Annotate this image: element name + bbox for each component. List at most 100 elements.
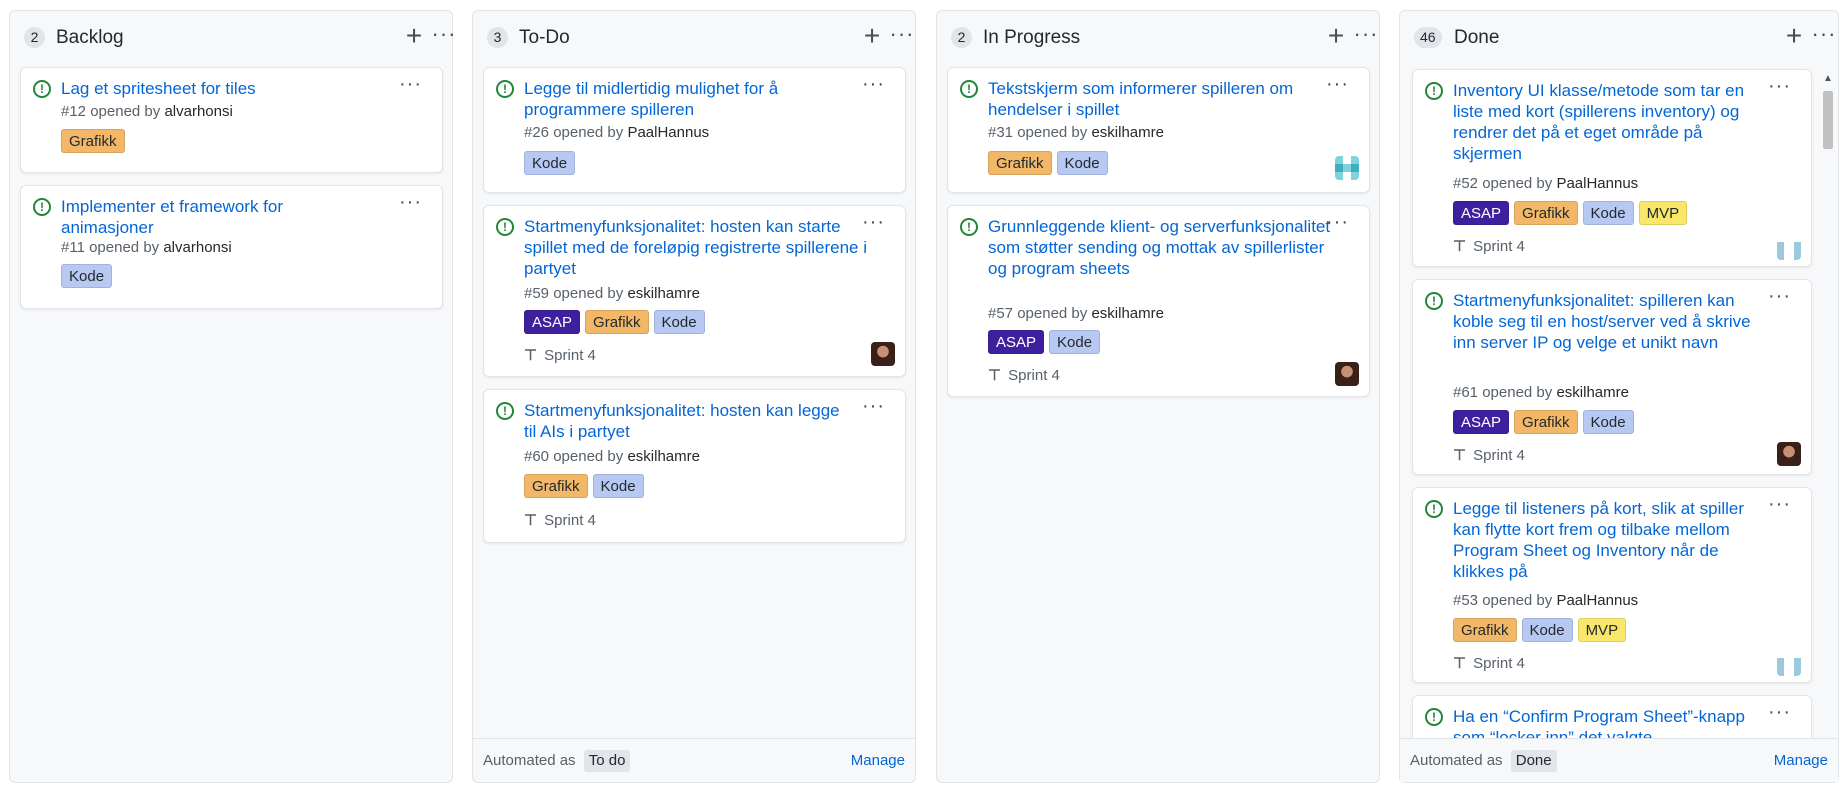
milestone-icon: ⊤ — [988, 367, 1002, 384]
column-scrollbar[interactable]: ▲ ▼ — [1820, 73, 1836, 749]
add-card-plus-icon[interactable]: + — [858, 21, 886, 51]
label-kode[interactable]: Kode — [524, 151, 576, 175]
issue-card[interactable]: ! ··· Startmenyfunksjonalitet: hosten ka… — [483, 389, 906, 543]
issue-title-link[interactable]: Legge til listeners på kort, slik at spi… — [1453, 498, 1763, 582]
issue-author[interactable]: alvarhonsi — [164, 103, 232, 120]
card-menu-icon[interactable]: ··· — [1768, 74, 1791, 98]
issue-title-link[interactable]: Startmenyfunksjonalitet: hosten kan star… — [524, 216, 874, 279]
issue-card[interactable]: ! ··· Tekstskjerm som informerer spiller… — [947, 67, 1370, 193]
issue-title-link[interactable]: Startmenyfunksjonalitet: hosten kan legg… — [524, 400, 844, 442]
issue-number: #60 — [524, 448, 550, 465]
manage-automation-link[interactable]: Manage — [1774, 739, 1828, 783]
milestone[interactable]: ⊤ Sprint 4 — [988, 366, 1060, 386]
card-menu-icon[interactable]: ··· — [1768, 284, 1791, 308]
label-asap[interactable]: ASAP — [1453, 201, 1510, 225]
label-mvp[interactable]: MVP — [1577, 618, 1627, 642]
milestone-icon: ⊤ — [524, 512, 538, 529]
issue-card[interactable]: ! ··· Inventory UI klasse/metode som tar… — [1412, 69, 1812, 267]
issue-title-link[interactable]: Startmenyfunksjonalitet: spilleren kan k… — [1453, 290, 1763, 353]
issue-author[interactable]: eskilhamre — [627, 285, 700, 302]
column-menu-icon[interactable]: ··· — [888, 21, 916, 51]
automation-preset-tag: To do — [583, 750, 631, 772]
label-grafikk[interactable]: Grafikk — [1453, 618, 1517, 642]
label-mvp[interactable]: MVP — [1638, 201, 1688, 225]
avatar[interactable] — [1777, 236, 1801, 260]
label-kode[interactable]: Kode — [1521, 618, 1573, 642]
column-backlog: 2 Backlog + ··· ! ··· Lag et spritesheet… — [9, 10, 455, 783]
card-menu-icon[interactable]: ··· — [1768, 492, 1791, 516]
issue-card[interactable]: ! ··· Legge til midlertidig mulighet for… — [483, 67, 906, 193]
card-menu-icon[interactable]: ··· — [399, 190, 422, 214]
label-asap[interactable]: ASAP — [524, 310, 581, 334]
card-menu-icon[interactable]: ··· — [1768, 700, 1791, 724]
milestone[interactable]: ⊤ Sprint 4 — [524, 346, 596, 366]
issue-title-link[interactable]: Tekstskjerm som informerer spilleren om … — [988, 78, 1338, 120]
issue-card[interactable]: ! ··· Ha en “Confirm Program Sheet”-knap… — [1412, 695, 1812, 740]
scroll-up-arrow-icon[interactable]: ▲ — [1822, 73, 1834, 85]
avatar[interactable] — [1335, 362, 1359, 386]
add-card-plus-icon[interactable]: + — [400, 21, 428, 51]
automated-as-text: Automated as — [483, 752, 576, 769]
avatar[interactable] — [1777, 652, 1801, 676]
label-list: Grafikk Kode MVP — [1453, 618, 1627, 642]
issue-title-link[interactable]: Implementer et framework for animasjoner — [61, 196, 331, 238]
issue-author[interactable]: eskilhamre — [1556, 384, 1629, 401]
column-menu-icon[interactable]: ··· — [1810, 21, 1838, 51]
milestone[interactable]: ⊤ Sprint 4 — [1453, 654, 1525, 674]
label-kode[interactable]: Kode — [1056, 151, 1108, 175]
issue-number: #11 — [61, 239, 85, 256]
scroll-thumb[interactable] — [1823, 91, 1833, 149]
issue-author[interactable]: eskilhamre — [1091, 124, 1164, 141]
issue-card[interactable]: ! ··· Implementer et framework for anima… — [20, 185, 443, 309]
column-menu-icon[interactable]: ··· — [1352, 21, 1380, 51]
issue-card[interactable]: ! ··· Startmenyfunksjonalitet: hosten ka… — [483, 205, 906, 377]
milestone[interactable]: ⊤ Sprint 4 — [1453, 446, 1525, 466]
card-menu-icon[interactable]: ··· — [862, 394, 885, 418]
issue-author[interactable]: PaalHannus — [1556, 175, 1638, 192]
label-grafikk[interactable]: Grafikk — [1514, 201, 1578, 225]
label-grafikk[interactable]: Grafikk — [1514, 410, 1578, 434]
card-menu-icon[interactable]: ··· — [862, 72, 885, 96]
issue-card[interactable]: ! ··· Grunnleggende klient- og serverfun… — [947, 205, 1370, 397]
milestone-icon: ⊤ — [1453, 655, 1467, 672]
label-asap[interactable]: ASAP — [988, 330, 1045, 354]
label-grafikk[interactable]: Grafikk — [585, 310, 649, 334]
manage-automation-link[interactable]: Manage — [851, 739, 905, 783]
issue-title-link[interactable]: Ha en “Confirm Program Sheet”-knapp som … — [1453, 706, 1763, 740]
issue-title-link[interactable]: Legge til midlertidig mulighet for å pro… — [524, 78, 844, 120]
avatar[interactable] — [1777, 442, 1801, 466]
issue-author[interactable]: eskilhamre — [1091, 305, 1164, 322]
label-kode[interactable]: Kode — [592, 474, 644, 498]
label-list: ASAP Grafikk Kode MVP — [1453, 201, 1688, 225]
add-card-plus-icon[interactable]: + — [1322, 21, 1350, 51]
issue-opened-icon: ! — [1425, 292, 1443, 310]
label-grafikk[interactable]: Grafikk — [524, 474, 588, 498]
issue-title-link[interactable]: Lag et spritesheet for tiles — [61, 78, 411, 99]
issue-author[interactable]: PaalHannus — [1556, 592, 1638, 609]
issue-card[interactable]: ! ··· Lag et spritesheet for tiles #12 o… — [20, 67, 443, 173]
label-kode[interactable]: Kode — [1049, 330, 1101, 354]
add-card-plus-icon[interactable]: + — [1780, 21, 1808, 51]
label-grafikk[interactable]: Grafikk — [988, 151, 1052, 175]
issue-author[interactable]: alvarhonsi — [163, 239, 231, 256]
column-title: Done — [1454, 27, 1500, 48]
issue-card[interactable]: ! ··· Legge til listeners på kort, slik … — [1412, 487, 1812, 683]
avatar[interactable] — [871, 342, 895, 366]
label-asap[interactable]: ASAP — [1453, 410, 1510, 434]
milestone[interactable]: ⊤ Sprint 4 — [524, 511, 596, 531]
column-menu-icon[interactable]: ··· — [430, 21, 458, 51]
issue-title-link[interactable]: Grunnleggende klient- og serverfunksjona… — [988, 216, 1338, 279]
issue-author[interactable]: eskilhamre — [627, 448, 700, 465]
milestone[interactable]: ⊤ Sprint 4 — [1453, 237, 1525, 257]
avatar[interactable] — [1335, 156, 1359, 180]
label-grafikk[interactable]: Grafikk — [61, 129, 125, 153]
issue-author[interactable]: PaalHannus — [627, 124, 709, 141]
label-kode[interactable]: Kode — [61, 264, 113, 288]
issue-number: #57 — [988, 305, 1014, 322]
label-kode[interactable]: Kode — [1582, 201, 1634, 225]
issue-number: #26 — [524, 124, 550, 141]
label-kode[interactable]: Kode — [1582, 410, 1634, 434]
issue-title-link[interactable]: Inventory UI klasse/metode som tar en li… — [1453, 80, 1763, 164]
label-kode[interactable]: Kode — [653, 310, 705, 334]
issue-card[interactable]: ! ··· Startmenyfunksjonalitet: spilleren… — [1412, 279, 1812, 475]
